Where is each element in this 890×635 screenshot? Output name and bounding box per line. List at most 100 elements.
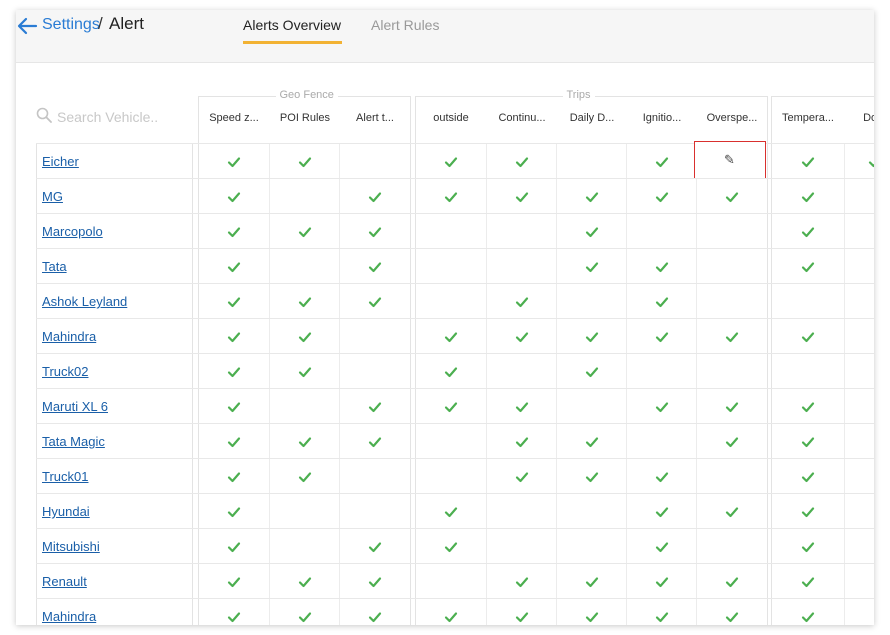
pencil-icon[interactable]: ✎: [724, 153, 735, 166]
check-icon[interactable]: [444, 540, 458, 554]
check-icon[interactable]: [444, 400, 458, 414]
vehicle-link[interactable]: Mahindra: [42, 329, 96, 344]
check-icon[interactable]: [227, 155, 241, 169]
tab-alerts-overview[interactable]: Alerts Overview: [243, 17, 341, 33]
check-icon[interactable]: [585, 225, 599, 239]
check-icon[interactable]: [444, 155, 458, 169]
check-icon[interactable]: [515, 470, 529, 484]
check-icon[interactable]: [227, 330, 241, 344]
check-icon[interactable]: [801, 540, 815, 554]
check-icon[interactable]: [444, 505, 458, 519]
check-icon[interactable]: [368, 190, 382, 204]
check-icon[interactable]: [801, 155, 815, 169]
check-icon[interactable]: [368, 225, 382, 239]
check-icon[interactable]: [725, 190, 739, 204]
check-icon[interactable]: [801, 505, 815, 519]
check-icon[interactable]: [725, 610, 739, 624]
check-icon[interactable]: [655, 610, 669, 624]
vehicle-link[interactable]: Eicher: [42, 154, 79, 169]
check-icon[interactable]: [801, 435, 815, 449]
check-icon[interactable]: [368, 435, 382, 449]
vehicle-link[interactable]: Marcopolo: [42, 224, 103, 239]
check-icon[interactable]: [227, 190, 241, 204]
check-icon[interactable]: [585, 470, 599, 484]
check-icon[interactable]: [801, 330, 815, 344]
check-icon[interactable]: [515, 295, 529, 309]
check-icon[interactable]: [801, 190, 815, 204]
check-icon[interactable]: [725, 435, 739, 449]
check-icon[interactable]: [298, 610, 312, 624]
check-icon[interactable]: [655, 575, 669, 589]
check-icon[interactable]: [368, 400, 382, 414]
check-icon[interactable]: [298, 225, 312, 239]
check-icon[interactable]: [298, 365, 312, 379]
check-icon[interactable]: [444, 330, 458, 344]
arrow-left-icon[interactable]: [16, 15, 38, 37]
check-icon[interactable]: [655, 400, 669, 414]
check-icon[interactable]: [298, 435, 312, 449]
check-icon[interactable]: [227, 470, 241, 484]
vehicle-link[interactable]: Maruti XL 6: [42, 399, 108, 414]
check-icon[interactable]: [801, 575, 815, 589]
vehicle-link[interactable]: MG: [42, 189, 63, 204]
check-icon[interactable]: [227, 295, 241, 309]
check-icon[interactable]: [515, 400, 529, 414]
check-icon[interactable]: [655, 155, 669, 169]
check-icon[interactable]: [801, 470, 815, 484]
check-icon[interactable]: [444, 190, 458, 204]
vehicle-link[interactable]: Truck02: [42, 364, 88, 379]
check-icon[interactable]: [515, 155, 529, 169]
check-icon[interactable]: [444, 365, 458, 379]
vehicle-link[interactable]: Tata: [42, 259, 67, 274]
check-icon[interactable]: [515, 330, 529, 344]
search-vehicle-input[interactable]: Search Vehicle..: [57, 109, 158, 125]
check-icon[interactable]: [298, 155, 312, 169]
check-icon[interactable]: [655, 330, 669, 344]
check-icon[interactable]: [227, 365, 241, 379]
check-icon[interactable]: [298, 470, 312, 484]
vehicle-link[interactable]: Renault: [42, 574, 87, 589]
check-icon[interactable]: [227, 505, 241, 519]
check-icon[interactable]: [298, 330, 312, 344]
vehicle-link[interactable]: Truck01: [42, 469, 88, 484]
check-icon[interactable]: [298, 575, 312, 589]
check-icon[interactable]: [368, 610, 382, 624]
check-icon[interactable]: [368, 295, 382, 309]
vehicle-link[interactable]: Mahindra: [42, 609, 96, 624]
check-icon[interactable]: [801, 260, 815, 274]
check-icon[interactable]: [725, 575, 739, 589]
check-icon[interactable]: [298, 295, 312, 309]
check-icon[interactable]: [585, 260, 599, 274]
vehicle-link[interactable]: Hyundai: [42, 504, 90, 519]
check-icon[interactable]: [655, 470, 669, 484]
vehicle-link[interactable]: Mitsubishi: [42, 539, 100, 554]
check-icon[interactable]: [801, 225, 815, 239]
check-icon[interactable]: [655, 505, 669, 519]
tab-alert-rules[interactable]: Alert Rules: [371, 17, 439, 33]
check-icon[interactable]: [655, 540, 669, 554]
check-icon[interactable]: [585, 330, 599, 344]
check-icon[interactable]: [585, 365, 599, 379]
check-icon[interactable]: [227, 225, 241, 239]
check-icon[interactable]: [585, 435, 599, 449]
vehicle-link[interactable]: Ashok Leyland: [42, 294, 127, 309]
check-icon[interactable]: [227, 400, 241, 414]
check-icon[interactable]: [585, 575, 599, 589]
check-icon[interactable]: [368, 575, 382, 589]
check-icon[interactable]: [801, 610, 815, 624]
check-icon[interactable]: [655, 260, 669, 274]
check-icon[interactable]: [444, 610, 458, 624]
check-icon[interactable]: [515, 575, 529, 589]
check-icon[interactable]: [801, 400, 815, 414]
breadcrumb-settings-link[interactable]: Settings: [42, 16, 100, 34]
edit-cell-highlight[interactable]: ✎: [694, 141, 766, 179]
check-icon[interactable]: [585, 190, 599, 204]
check-icon[interactable]: [725, 400, 739, 414]
check-icon[interactable]: [515, 610, 529, 624]
check-icon[interactable]: [725, 505, 739, 519]
check-icon[interactable]: [368, 260, 382, 274]
vehicle-link[interactable]: Tata Magic: [42, 434, 105, 449]
check-icon[interactable]: [227, 575, 241, 589]
check-icon[interactable]: [585, 610, 599, 624]
check-icon[interactable]: [368, 540, 382, 554]
